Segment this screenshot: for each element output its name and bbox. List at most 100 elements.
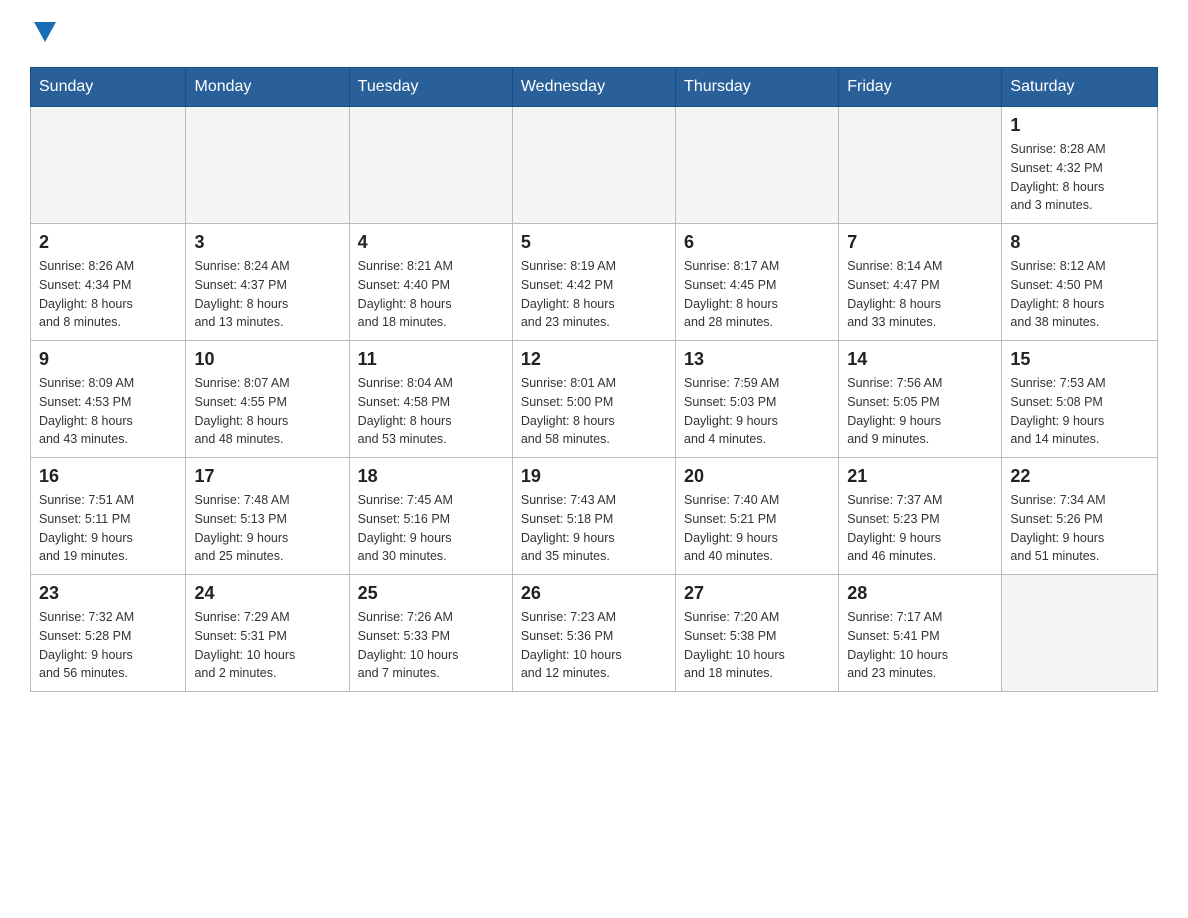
calendar-cell bbox=[1002, 575, 1158, 692]
calendar-body: 1 Sunrise: 8:28 AMSunset: 4:32 PMDaylight… bbox=[31, 107, 1158, 692]
day-info: Sunrise: 8:04 AMSunset: 4:58 PMDaylight:… bbox=[358, 374, 504, 449]
calendar-cell: 11 Sunrise: 8:04 AMSunset: 4:58 PMDayligh… bbox=[349, 341, 512, 458]
day-info: Sunrise: 7:53 AMSunset: 5:08 PMDaylight:… bbox=[1010, 374, 1149, 449]
day-info: Sunrise: 8:12 AMSunset: 4:50 PMDaylight:… bbox=[1010, 257, 1149, 332]
calendar-cell: 19 Sunrise: 7:43 AMSunset: 5:18 PMDayligh… bbox=[512, 458, 675, 575]
day-number: 5 bbox=[521, 232, 667, 253]
calendar-cell: 23 Sunrise: 7:32 AMSunset: 5:28 PMDayligh… bbox=[31, 575, 186, 692]
calendar-cell bbox=[676, 107, 839, 224]
calendar-header: SundayMondayTuesdayWednesdayThursdayFrid… bbox=[31, 68, 1158, 107]
day-info: Sunrise: 8:07 AMSunset: 4:55 PMDaylight:… bbox=[194, 374, 340, 449]
day-number: 26 bbox=[521, 583, 667, 604]
day-number: 14 bbox=[847, 349, 993, 370]
calendar-cell: 2 Sunrise: 8:26 AMSunset: 4:34 PMDaylight… bbox=[31, 224, 186, 341]
calendar-cell bbox=[31, 107, 186, 224]
calendar-cell: 12 Sunrise: 8:01 AMSunset: 5:00 PMDayligh… bbox=[512, 341, 675, 458]
day-info: Sunrise: 8:01 AMSunset: 5:00 PMDaylight:… bbox=[521, 374, 667, 449]
calendar-cell: 4 Sunrise: 8:21 AMSunset: 4:40 PMDaylight… bbox=[349, 224, 512, 341]
day-info: Sunrise: 8:17 AMSunset: 4:45 PMDaylight:… bbox=[684, 257, 830, 332]
calendar-cell bbox=[186, 107, 349, 224]
day-of-week-header: Wednesday bbox=[512, 68, 675, 107]
page-header bbox=[30, 20, 1158, 47]
day-number: 6 bbox=[684, 232, 830, 253]
day-of-week-header: Saturday bbox=[1002, 68, 1158, 107]
calendar-cell: 10 Sunrise: 8:07 AMSunset: 4:55 PMDayligh… bbox=[186, 341, 349, 458]
calendar-cell: 5 Sunrise: 8:19 AMSunset: 4:42 PMDaylight… bbox=[512, 224, 675, 341]
day-number: 1 bbox=[1010, 115, 1149, 136]
day-info: Sunrise: 7:37 AMSunset: 5:23 PMDaylight:… bbox=[847, 491, 993, 566]
day-number: 4 bbox=[358, 232, 504, 253]
calendar-cell: 15 Sunrise: 7:53 AMSunset: 5:08 PMDayligh… bbox=[1002, 341, 1158, 458]
calendar-cell: 6 Sunrise: 8:17 AMSunset: 4:45 PMDaylight… bbox=[676, 224, 839, 341]
calendar-cell: 16Sunrise: 7:51 AMSunset: 5:11 PMDayligh… bbox=[31, 458, 186, 575]
days-of-week-row: SundayMondayTuesdayWednesdayThursdayFrid… bbox=[31, 68, 1158, 107]
calendar-cell bbox=[839, 107, 1002, 224]
day-number: 28 bbox=[847, 583, 993, 604]
day-info: Sunrise: 7:40 AMSunset: 5:21 PMDaylight:… bbox=[684, 491, 830, 566]
day-info: Sunrise: 7:23 AMSunset: 5:36 PMDaylight:… bbox=[521, 608, 667, 683]
calendar-cell bbox=[512, 107, 675, 224]
day-info: Sunrise: 8:28 AMSunset: 4:32 PMDaylight:… bbox=[1010, 140, 1149, 215]
day-number: 24 bbox=[194, 583, 340, 604]
calendar-week-row: 16Sunrise: 7:51 AMSunset: 5:11 PMDayligh… bbox=[31, 458, 1158, 575]
day-info: Sunrise: 7:34 AMSunset: 5:26 PMDaylight:… bbox=[1010, 491, 1149, 566]
day-info: Sunrise: 8:24 AMSunset: 4:37 PMDaylight:… bbox=[194, 257, 340, 332]
day-number: 17 bbox=[194, 466, 340, 487]
day-info: Sunrise: 7:45 AMSunset: 5:16 PMDaylight:… bbox=[358, 491, 504, 566]
day-info: Sunrise: 7:17 AMSunset: 5:41 PMDaylight:… bbox=[847, 608, 993, 683]
calendar-cell: 25Sunrise: 7:26 AMSunset: 5:33 PMDayligh… bbox=[349, 575, 512, 692]
calendar-cell: 22 Sunrise: 7:34 AMSunset: 5:26 PMDayligh… bbox=[1002, 458, 1158, 575]
day-info: Sunrise: 8:21 AMSunset: 4:40 PMDaylight:… bbox=[358, 257, 504, 332]
day-info: Sunrise: 7:48 AMSunset: 5:13 PMDaylight:… bbox=[194, 491, 340, 566]
calendar-cell: 28 Sunrise: 7:17 AMSunset: 5:41 PMDayligh… bbox=[839, 575, 1002, 692]
day-number: 16 bbox=[39, 466, 177, 487]
calendar-cell: 3Sunrise: 8:24 AMSunset: 4:37 PMDaylight… bbox=[186, 224, 349, 341]
calendar-cell: 27Sunrise: 7:20 AMSunset: 5:38 PMDayligh… bbox=[676, 575, 839, 692]
day-number: 11 bbox=[358, 349, 504, 370]
day-number: 23 bbox=[39, 583, 177, 604]
calendar-cell: 18 Sunrise: 7:45 AMSunset: 5:16 PMDayligh… bbox=[349, 458, 512, 575]
day-of-week-header: Sunday bbox=[31, 68, 186, 107]
calendar-cell: 21 Sunrise: 7:37 AMSunset: 5:23 PMDayligh… bbox=[839, 458, 1002, 575]
day-info: Sunrise: 7:32 AMSunset: 5:28 PMDaylight:… bbox=[39, 608, 177, 683]
day-number: 15 bbox=[1010, 349, 1149, 370]
calendar-cell: 13 Sunrise: 7:59 AMSunset: 5:03 PMDayligh… bbox=[676, 341, 839, 458]
day-number: 10 bbox=[194, 349, 340, 370]
day-number: 8 bbox=[1010, 232, 1149, 253]
day-number: 18 bbox=[358, 466, 504, 487]
day-info: Sunrise: 7:56 AMSunset: 5:05 PMDaylight:… bbox=[847, 374, 993, 449]
day-of-week-header: Friday bbox=[839, 68, 1002, 107]
calendar-cell bbox=[349, 107, 512, 224]
day-number: 22 bbox=[1010, 466, 1149, 487]
calendar-cell: 24 Sunrise: 7:29 AMSunset: 5:31 PMDayligh… bbox=[186, 575, 349, 692]
day-info: Sunrise: 8:19 AMSunset: 4:42 PMDaylight:… bbox=[521, 257, 667, 332]
day-of-week-header: Monday bbox=[186, 68, 349, 107]
logo-arrow-icon bbox=[34, 22, 56, 47]
day-number: 21 bbox=[847, 466, 993, 487]
day-info: Sunrise: 8:14 AMSunset: 4:47 PMDaylight:… bbox=[847, 257, 993, 332]
day-of-week-header: Tuesday bbox=[349, 68, 512, 107]
day-info: Sunrise: 8:26 AMSunset: 4:34 PMDaylight:… bbox=[39, 257, 177, 332]
day-number: 19 bbox=[521, 466, 667, 487]
calendar-cell: 8 Sunrise: 8:12 AMSunset: 4:50 PMDaylight… bbox=[1002, 224, 1158, 341]
day-of-week-header: Thursday bbox=[676, 68, 839, 107]
day-info: Sunrise: 8:09 AMSunset: 4:53 PMDaylight:… bbox=[39, 374, 177, 449]
day-info: Sunrise: 7:59 AMSunset: 5:03 PMDaylight:… bbox=[684, 374, 830, 449]
day-number: 9 bbox=[39, 349, 177, 370]
calendar-table: SundayMondayTuesdayWednesdayThursdayFrid… bbox=[30, 67, 1158, 692]
day-number: 2 bbox=[39, 232, 177, 253]
calendar-cell: 20 Sunrise: 7:40 AMSunset: 5:21 PMDayligh… bbox=[676, 458, 839, 575]
calendar-week-row: 2 Sunrise: 8:26 AMSunset: 4:34 PMDaylight… bbox=[31, 224, 1158, 341]
day-number: 20 bbox=[684, 466, 830, 487]
calendar-week-row: 9 Sunrise: 8:09 AMSunset: 4:53 PMDaylight… bbox=[31, 341, 1158, 458]
day-number: 12 bbox=[521, 349, 667, 370]
calendar-cell: 17 Sunrise: 7:48 AMSunset: 5:13 PMDayligh… bbox=[186, 458, 349, 575]
calendar-cell: 26 Sunrise: 7:23 AMSunset: 5:36 PMDayligh… bbox=[512, 575, 675, 692]
day-number: 7 bbox=[847, 232, 993, 253]
calendar-week-row: 1 Sunrise: 8:28 AMSunset: 4:32 PMDaylight… bbox=[31, 107, 1158, 224]
calendar-cell: 1 Sunrise: 8:28 AMSunset: 4:32 PMDaylight… bbox=[1002, 107, 1158, 224]
day-info: Sunrise: 7:29 AMSunset: 5:31 PMDaylight:… bbox=[194, 608, 340, 683]
day-info: Sunrise: 7:26 AMSunset: 5:33 PMDaylight:… bbox=[358, 608, 504, 683]
day-info: Sunrise: 7:43 AMSunset: 5:18 PMDaylight:… bbox=[521, 491, 667, 566]
day-number: 13 bbox=[684, 349, 830, 370]
